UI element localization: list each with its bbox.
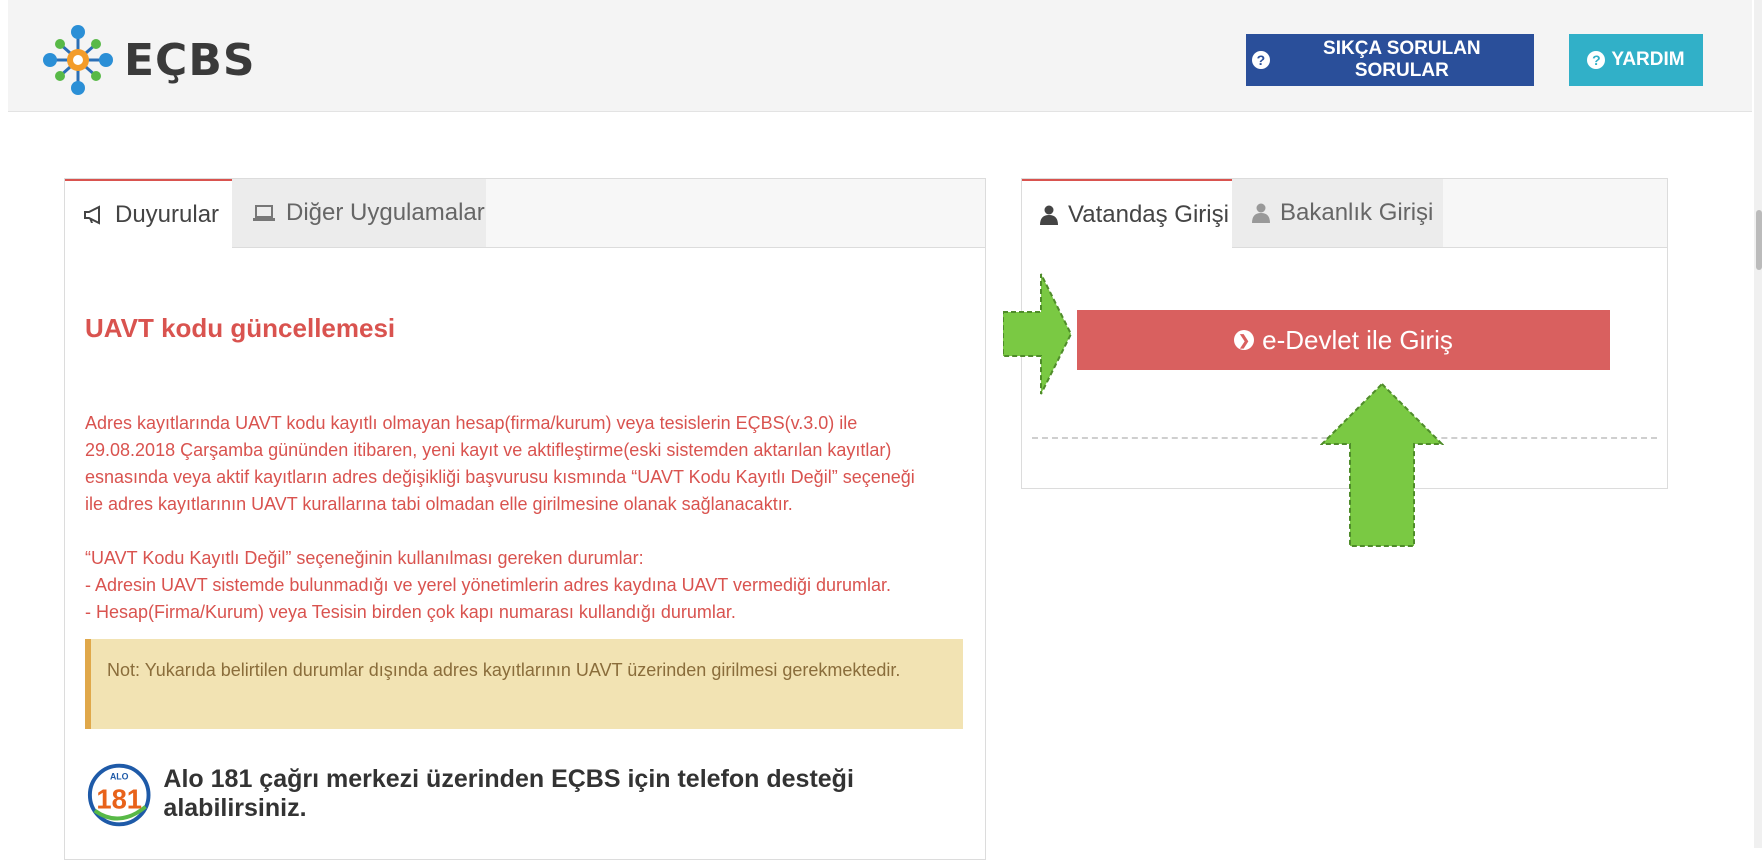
announcement-line: esnasında veya aktif kayıtların adres de… (85, 467, 915, 487)
announcement-body: Adres kayıtlarında UAVT kodu kayıtlı olm… (85, 410, 965, 626)
tab-ministry-login[interactable]: Bakanlık Girişi (1232, 179, 1443, 247)
edevlet-login-label: e-Devlet ile Giriş (1262, 324, 1453, 355)
logo-molecule-icon (43, 25, 113, 95)
alo-support-text: Alo 181 çağrı merkezi üzerinden EÇBS içi… (163, 765, 854, 822)
arrow-right-icon (1003, 273, 1073, 395)
tab-announcements[interactable]: Duyurular (65, 179, 232, 248)
logo-text: EÇBS (124, 34, 256, 86)
scrollbar-thumb[interactable] (1756, 210, 1762, 270)
arrow-up-icon (1320, 382, 1444, 547)
tab-other-apps[interactable]: Diğer Uygulamalar (232, 179, 486, 247)
logo[interactable]: EÇBS (38, 22, 256, 98)
user-icon (1040, 205, 1058, 225)
alo-badge-number: 181 (96, 784, 142, 815)
tab-other-apps-label: Diğer Uygulamalar (286, 199, 485, 226)
announcement-note: Not: Yukarıda belirtilen durumlar dışınd… (85, 639, 963, 729)
announcement-line: ile adres kayıtlarının UAVT kurallarına … (85, 494, 793, 514)
announcement-title: UAVT kodu güncellemesi (85, 313, 396, 343)
help-button-label: YARDIM (1611, 49, 1685, 70)
question-icon: ? (1252, 51, 1270, 69)
tab-citizen-login[interactable]: Vatandaş Girişi (1022, 179, 1232, 248)
tab-announcements-label: Duyurular (115, 200, 220, 228)
user-icon (1252, 203, 1270, 223)
scrollbar[interactable] (1754, 0, 1762, 848)
announcement-line: Adres kayıtlarında UAVT kodu kayıtlı olm… (85, 413, 858, 433)
alo-181-support: ALO 181 Alo 181 çağrı merkezi üzerinden … (85, 759, 985, 829)
announcement-line: “UAVT Kodu Kayıtlı Değil” seçeneğinin ku… (85, 548, 644, 568)
question-icon: ? (1587, 51, 1606, 69)
faq-button-label: SIKÇA SORULAN SORULAR (1323, 38, 1481, 81)
help-button[interactable]: ? YARDIM (1569, 34, 1703, 86)
announcements-tabs: Duyurular Diğer Uygulamalar (65, 179, 985, 248)
chevron-right-icon: ❯ (1234, 330, 1255, 350)
announcement-line: - Hesap(Firma/Kurum) veya Tesisin birden… (85, 602, 736, 622)
announcement-line: 29.08.2018 Çarşamba gününden itibaren, y… (85, 440, 892, 460)
header: EÇBS ? SIKÇA SORULAN SORULAR ? YARDIM (8, 0, 1752, 112)
laptop-icon (252, 204, 276, 222)
tab-citizen-login-label: Vatandaş Girişi (1068, 200, 1229, 228)
announcement-line: - Adresin UAVT sistemde bulunmadığı ve y… (85, 575, 892, 595)
tab-ministry-login-label: Bakanlık Girişi (1280, 199, 1434, 226)
announcements-panel: Duyurular Diğer Uygulamalar UAVT kodu gü… (64, 178, 986, 860)
login-tabs: Vatandaş Girişi Bakanlık Girişi (1022, 179, 1667, 248)
alo-181-badge-icon: ALO 181 (87, 763, 151, 827)
alo-badge-top: ALO (110, 771, 129, 781)
megaphone-icon (83, 204, 105, 225)
edevlet-login-button[interactable]: ❯ e-Devlet ile Giriş (1077, 310, 1610, 370)
faq-button[interactable]: ? SIKÇA SORULAN SORULAR (1246, 34, 1534, 86)
